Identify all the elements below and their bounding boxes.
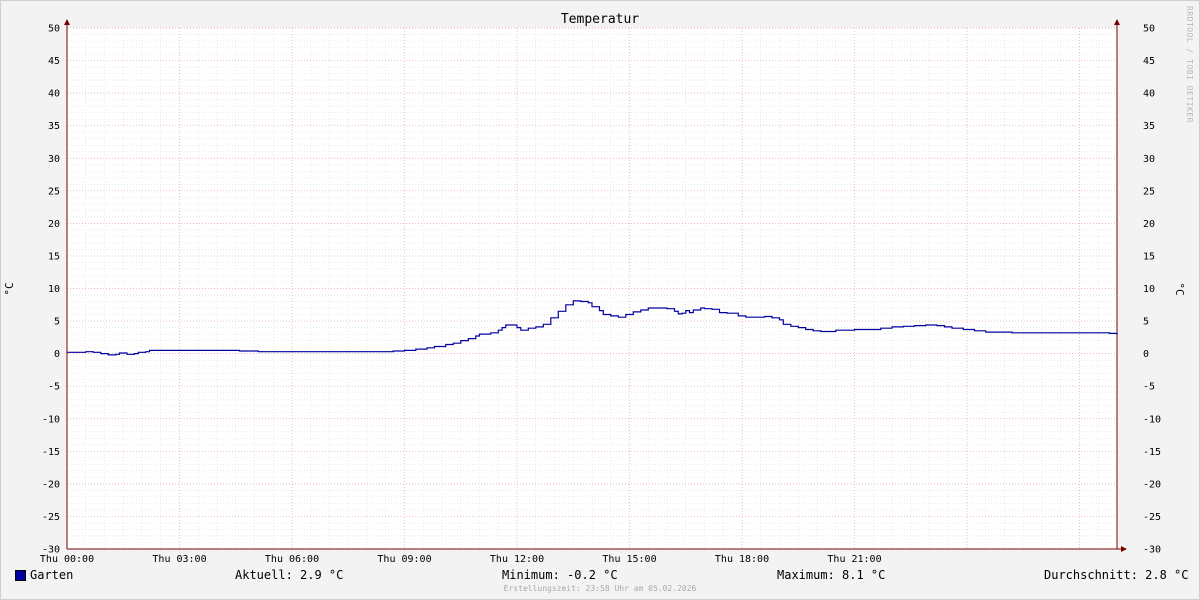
y-tick-label-left: 30 [48, 154, 60, 165]
temperature-chart: 50 5045 4540 4035 3530 3025 2520 2015 1510 105 50 0… [3, 6, 1194, 565]
y-tick-label-right: 50 [1143, 24, 1155, 35]
average-value: Durchschnitt: 2.8 °C [1044, 568, 1189, 582]
y-tick-label-right: 40 [1143, 89, 1155, 100]
y-tick-label-left: -25 [42, 512, 60, 523]
x-axis-arrow [1121, 546, 1127, 552]
y-tick-label-left: -20 [42, 479, 60, 490]
left-axis-arrow [64, 19, 70, 25]
y-tick-label-right: 20 [1143, 219, 1155, 230]
y-tick-label-right: 25 [1143, 186, 1155, 197]
y-axis-label-left: °C [3, 282, 16, 295]
y-tick-label-left: 45 [48, 56, 60, 67]
y-tick-label-left: 35 [48, 121, 60, 132]
y-tick-label-left: -10 [42, 414, 60, 425]
legend-swatch [15, 570, 26, 581]
y-tick-label-right: 5 [1143, 317, 1149, 328]
y-tick-label-left: 50 [48, 24, 60, 35]
y-tick-label-right: 15 [1143, 251, 1155, 262]
legend: Garten Aktuell: 2.9 °C Minimum: -0.2 °C … [0, 566, 1200, 586]
grid [66, 27, 1118, 550]
y-tick-label-right: -15 [1143, 447, 1161, 458]
y-tick-label-left: 20 [48, 219, 60, 230]
y-tick-label-left: 10 [48, 284, 60, 295]
x-tick-label: Thu 06:00 [265, 554, 319, 565]
y-tick-label-right: 0 [1143, 349, 1149, 360]
y-tick-label-left: -5 [48, 382, 60, 393]
y-tick-label-right: 10 [1143, 284, 1155, 295]
x-tick-label: Thu 21:00 [827, 554, 881, 565]
y-tick-label-right: 45 [1143, 56, 1155, 67]
x-tick-label: Thu 03:00 [152, 554, 206, 565]
minimum-value: Minimum: -0.2 °C [502, 568, 618, 582]
creation-time: Erstellungszeit: 23:58 Uhr am 05.02.2026 [503, 584, 697, 593]
chart-title: Temperatur [561, 12, 639, 27]
y-tick-label-right: -25 [1143, 512, 1161, 523]
y-tick-label-right: -20 [1143, 479, 1161, 490]
y-tick-label-right: -5 [1143, 382, 1155, 393]
y-tick-label-right: 35 [1143, 121, 1155, 132]
y-tick-label-right: -30 [1143, 545, 1161, 556]
y-tick-label-left: 0 [54, 349, 60, 360]
y-tick-label-left: 40 [48, 89, 60, 100]
x-tick-label: Thu 09:00 [377, 554, 431, 565]
y-axis-label-right: °C [1173, 282, 1186, 295]
x-tick-label: Thu 00:00 [40, 554, 94, 565]
y-tick-label-left: 5 [54, 317, 60, 328]
current-value: Aktuell: 2.9 °C [235, 568, 344, 582]
y-tick-label-left: 15 [48, 251, 60, 262]
x-tick-label: Thu 12:00 [490, 554, 544, 565]
y-tick-label-right: -10 [1143, 414, 1161, 425]
maximum-value: Maximum: 8.1 °C [777, 568, 886, 582]
legend-series-name: Garten [30, 568, 74, 582]
x-tick-label: Thu 15:00 [602, 554, 656, 565]
y-tick-label-left: -15 [42, 447, 60, 458]
right-axis-arrow [1114, 19, 1120, 25]
rrdtool-watermark: RRDTOOL / TOBI OETIKER [1185, 6, 1194, 123]
y-tick-label-left: 25 [48, 186, 60, 197]
y-tick-label-right: 30 [1143, 154, 1155, 165]
x-tick-label: Thu 18:00 [715, 554, 769, 565]
